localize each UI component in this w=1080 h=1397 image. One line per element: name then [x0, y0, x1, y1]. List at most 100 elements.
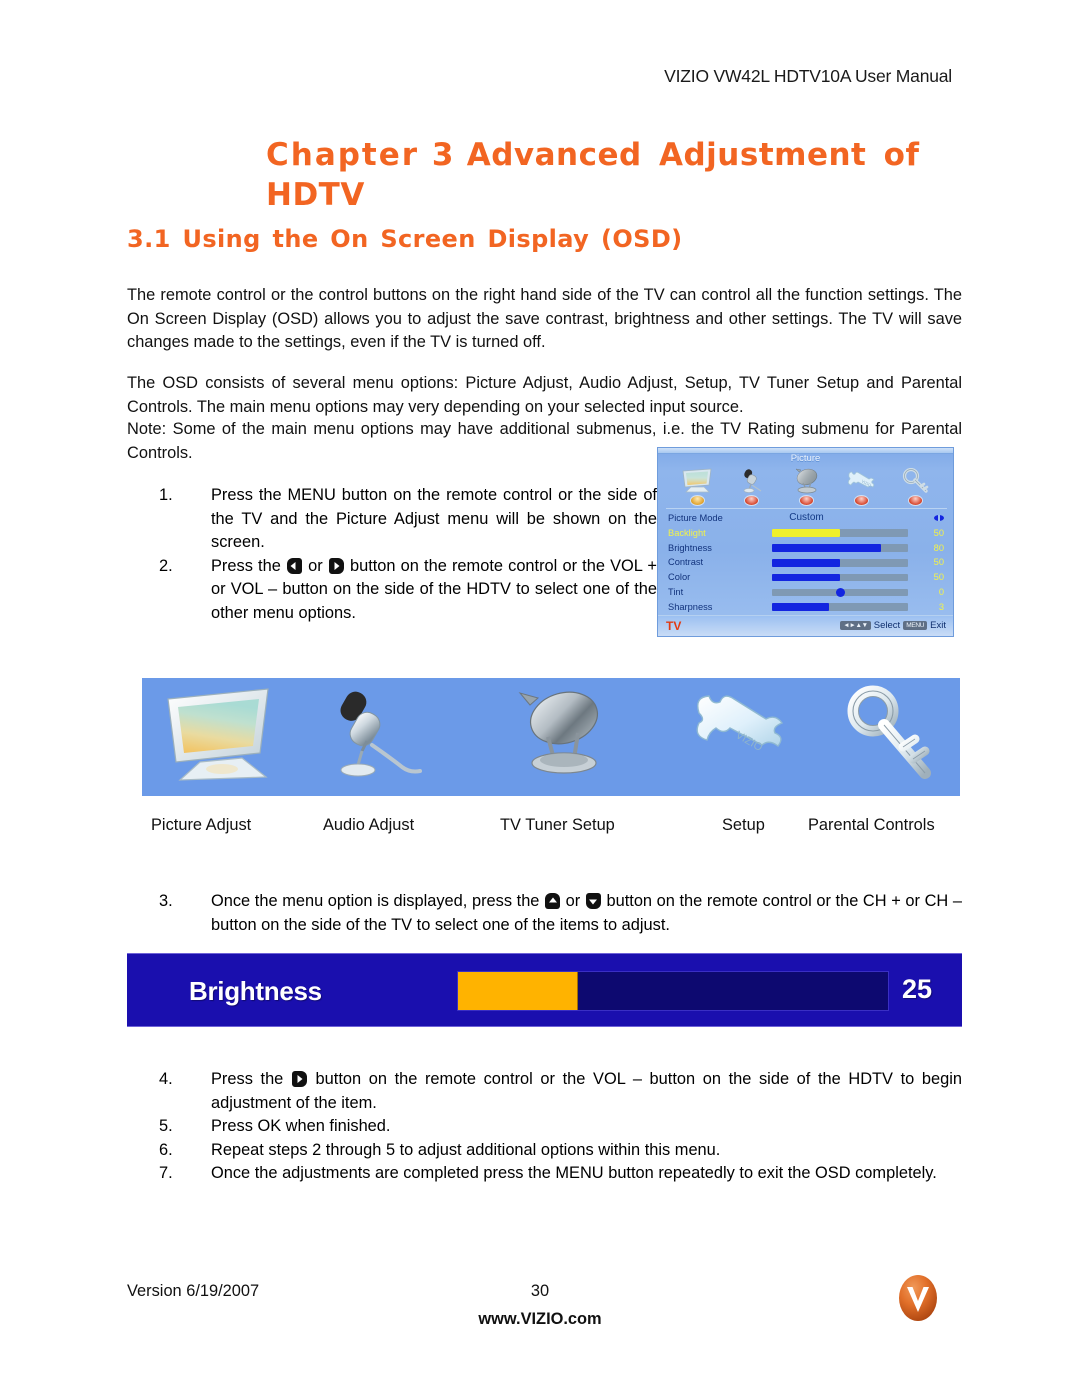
step-item-7: 7. Once the adjustments are completed pr…: [127, 1162, 962, 1186]
osd-row-value: 80: [933, 542, 944, 553]
osd-row-value: 3: [938, 601, 944, 612]
osd-row-label: Backlight: [668, 527, 706, 538]
osd-row-tint[interactable]: Tint 0: [666, 585, 947, 600]
osd-tab-indicator-active: [689, 495, 705, 506]
banner-item-setup[interactable]: VIZIO: [657, 678, 817, 796]
osd-tab-indicator: [853, 495, 869, 506]
key-icon: [894, 468, 938, 494]
osd-slider-fill: [772, 529, 840, 537]
banner-item-audio-adjust[interactable]: [292, 678, 467, 796]
osd-slider-track[interactable]: [772, 603, 908, 611]
osd-row-backlight[interactable]: Backlight 50: [666, 526, 947, 541]
osd-row-color[interactable]: Color 50: [666, 570, 947, 585]
banner-label-parental-controls: Parental Controls: [808, 816, 935, 834]
osd-tab-indicator: [744, 495, 760, 506]
brightness-label: Brightness: [189, 976, 322, 1006]
osd-tab-tv-tuner[interactable]: [784, 468, 828, 506]
osd-footer-bar: TV ◄►▲▼ Select MENU Exit: [658, 615, 953, 636]
step-text: Once the menu option is displayed, press…: [211, 890, 962, 937]
step-number: 3.: [159, 892, 173, 910]
osd-row-value: Custom: [789, 512, 824, 523]
paragraph-osd-options: The OSD consists of several menu options…: [127, 374, 962, 416]
section-title: 3.1 Using the On Screen Display (OSD): [127, 225, 683, 253]
osd-menu-title: Picture: [790, 453, 821, 464]
osd-slider-fill: [772, 573, 840, 582]
osd-row-sharpness[interactable]: Sharpness 3: [666, 600, 947, 615]
paragraph-intro: The remote control or the control button…: [127, 286, 962, 352]
step2-text-a: Press the: [211, 556, 286, 575]
step-number: 7.: [159, 1164, 173, 1183]
step3-text-b: or: [561, 892, 585, 910]
osd-tab-parental-controls[interactable]: [894, 468, 938, 506]
osd-slider-track[interactable]: [772, 544, 908, 552]
osd-slider-fill: [772, 544, 881, 552]
osd-exit-label: Exit: [930, 620, 946, 631]
nav-keycap-icon: ◄►▲▼: [840, 621, 871, 630]
osd-slider-track[interactable]: [772, 529, 908, 537]
brightness-value: 25: [901, 974, 932, 1004]
osd-row-value: 50: [933, 527, 944, 538]
brightness-slider-fill: [458, 972, 579, 1010]
step-text: Repeat steps 2 through 5 to adjust addit…: [211, 1140, 721, 1159]
chapter-title-text: Advanced Adjustment of: [466, 137, 920, 173]
osd-slider-track[interactable]: [772, 558, 908, 567]
step-item-6: 6. Repeat steps 2 through 5 to adjust ad…: [127, 1139, 962, 1163]
osd-select-label: Select: [873, 620, 901, 631]
step-list-middle: 3. Once the menu option is displayed, pr…: [127, 890, 962, 937]
osd-row-value: 0: [938, 586, 944, 597]
banner-item-parental-controls[interactable]: [817, 678, 960, 796]
step-text: Press OK when finished.: [211, 1117, 391, 1136]
step-number: 1.: [159, 486, 173, 504]
up-arrow-button-icon: [545, 893, 561, 909]
osd-slider-track[interactable]: [772, 573, 908, 582]
osd-row-label: Contrast: [668, 557, 704, 568]
osd-row-brightness[interactable]: Brightness 80: [666, 541, 947, 556]
step-number: 2.: [159, 556, 173, 575]
satellite-dish-icon: [784, 468, 828, 494]
step4-text-b: button on the remote control or the VOL …: [211, 1070, 962, 1112]
brightness-slider-track[interactable]: [457, 971, 889, 1011]
chapter-number: Chapter 3: [266, 137, 456, 173]
osd-row-label: Brightness: [668, 542, 712, 553]
osd-row-picture-mode[interactable]: Picture Mode Custom: [666, 511, 947, 526]
osd-tab-picture[interactable]: [675, 468, 719, 506]
microphone-icon: [320, 685, 440, 790]
osd-slider-track[interactable]: [772, 587, 908, 597]
banner-label-setup: Setup: [722, 816, 765, 834]
osd-toggle-icon[interactable]: [934, 515, 944, 521]
osd-source-label: TV: [666, 619, 682, 633]
step-number: 5.: [159, 1117, 173, 1136]
monitor-icon: [156, 685, 278, 790]
wrench-icon: VIZIO: [839, 468, 883, 494]
step-number: 4.: [159, 1070, 173, 1088]
osd-divider: [666, 508, 947, 509]
step2-text-b: or: [302, 556, 328, 575]
osd-row-contrast[interactable]: Contrast 50: [666, 555, 947, 570]
step-text: Press the MENU button on the remote cont…: [211, 486, 657, 552]
chapter-title: Chapter 3 Advanced Adjustment of HDTV: [266, 136, 966, 215]
step-text: Press the or button on the remote contro…: [211, 555, 657, 626]
osd-slider-fill: [772, 558, 840, 567]
menu-banner-labels: Picture Adjust Audio Adjust TV Tuner Set…: [142, 816, 972, 840]
document-header: VIZIO VW42L HDTV10A User Manual: [664, 66, 952, 86]
step-item-4: 4. Press the button on the remote contro…: [127, 1068, 962, 1115]
osd-row-label: Tint: [668, 586, 684, 597]
banner-item-picture-adjust[interactable]: [142, 678, 292, 796]
osd-tab-setup[interactable]: VIZIO: [839, 468, 883, 506]
step-item-2: 2. Press the or button on the remote con…: [127, 555, 657, 626]
osd-row-value: 50: [933, 557, 944, 568]
main-menu-icon-banner: VIZIO: [142, 678, 960, 796]
banner-item-tv-tuner-setup[interactable]: [467, 678, 657, 796]
menu-keycap-icon: MENU: [903, 621, 928, 630]
osd-tab-audio[interactable]: [730, 468, 774, 506]
down-arrow-button-icon: [585, 893, 601, 909]
osd-slider-knob[interactable]: [835, 587, 845, 597]
step-list-bottom: 4. Press the button on the remote contro…: [127, 1068, 962, 1186]
brightness-osd-bar: Brightness 25: [127, 953, 962, 1027]
step-list-top: 1. Press the MENU button on the remote c…: [127, 484, 657, 626]
osd-row-label: Sharpness: [668, 601, 713, 612]
osd-slider-fill: [772, 603, 830, 611]
microphone-icon: [730, 468, 774, 494]
osd-row-value: 50: [933, 572, 944, 583]
manual-page: VIZIO VW42L HDTV10A User Manual Chapter …: [0, 0, 1080, 1397]
